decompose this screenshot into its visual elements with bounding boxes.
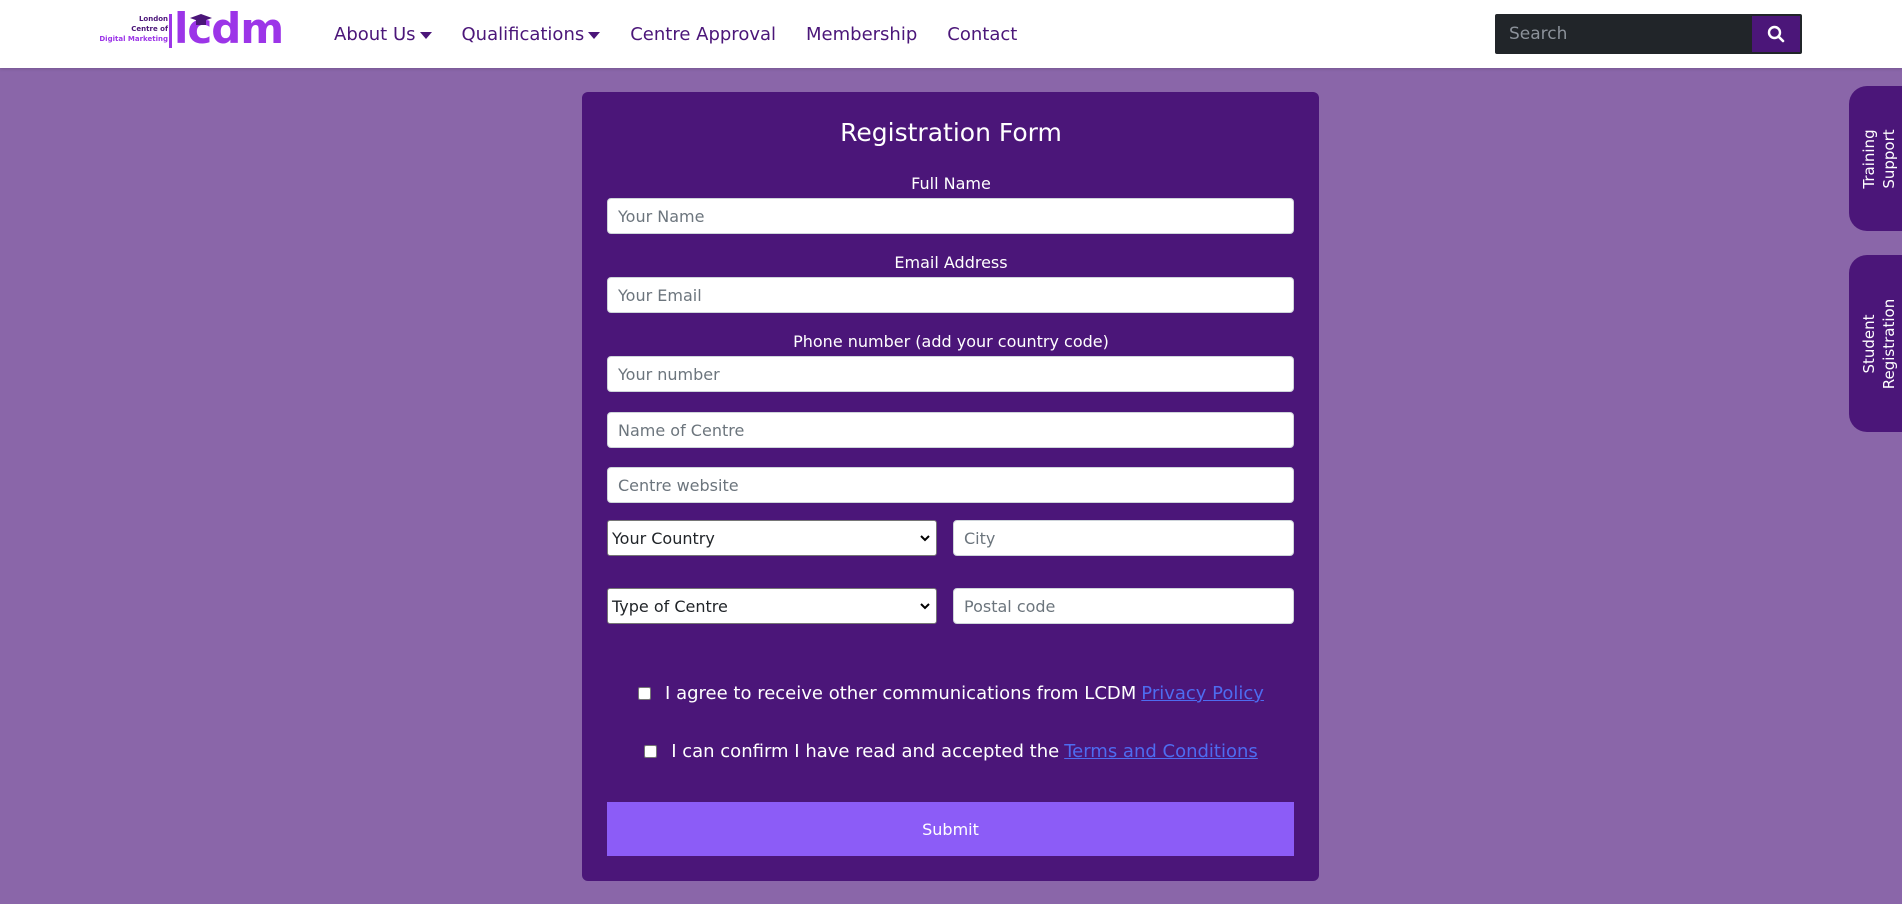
postal-code-input[interactable]	[953, 588, 1294, 624]
training-support-label: Training Support	[1860, 128, 1898, 189]
consent-terms-checkbox[interactable]	[644, 745, 658, 758]
terms-and-conditions-link[interactable]: Terms and Conditions	[1064, 741, 1258, 762]
email-label: Email Address	[894, 253, 1008, 272]
centre-website-input[interactable]	[607, 467, 1294, 503]
graduation-cap-icon	[190, 14, 212, 25]
consent-terms-text: I can confirm I have read and accepted t…	[671, 741, 1060, 762]
site-header: London Centre of Digital Marketing lcdm …	[0, 0, 1902, 68]
consent-communications-text: I agree to receive other communications …	[665, 683, 1137, 704]
full-name-input[interactable]	[607, 198, 1294, 234]
search-button[interactable]	[1752, 16, 1800, 52]
nav-qualifications-label: Qualifications	[461, 23, 585, 45]
caret-down-icon	[588, 31, 601, 39]
country-select-value: Your Country	[612, 528, 715, 548]
email-input[interactable]	[607, 277, 1294, 313]
logo-subtitle: London Centre of Digital Marketing	[99, 15, 168, 43]
nav-qualifications[interactable]: Qualifications	[462, 24, 601, 45]
main-nav: About Us Qualifications Centre Approval …	[334, 0, 1047, 68]
caret-down-icon	[419, 31, 432, 39]
nav-centre-approval[interactable]: Centre Approval	[630, 24, 776, 45]
lcdm-logo[interactable]: London Centre of Digital Marketing lcdm	[98, 4, 284, 53]
privacy-policy-link[interactable]: Privacy Policy	[1141, 683, 1264, 704]
nav-membership[interactable]: Membership	[806, 24, 917, 45]
nav-about-us-label: About Us	[334, 23, 416, 45]
phone-label: Phone number (add your country code)	[793, 332, 1109, 351]
submit-button[interactable]: Submit	[607, 802, 1294, 856]
chevron-down-icon	[920, 603, 930, 610]
logo-divider	[169, 14, 172, 48]
search-box	[1495, 14, 1802, 54]
centre-name-input[interactable]	[607, 412, 1294, 448]
phone-input[interactable]	[607, 356, 1294, 392]
nav-about-us[interactable]: About Us	[334, 24, 432, 45]
consent-communications-checkbox[interactable]	[638, 687, 652, 700]
search-input[interactable]	[1495, 14, 1752, 54]
chevron-down-icon	[920, 535, 930, 542]
student-registration-label: Student Registration	[1860, 298, 1898, 389]
consent-communications-row: I agree to receive other communications …	[0, 683, 1902, 704]
training-support-tab[interactable]: Training Support	[1849, 86, 1902, 231]
consent-terms-row: I can confirm I have read and accepted t…	[0, 741, 1902, 762]
student-registration-tab[interactable]: Student Registration	[1849, 255, 1902, 432]
nav-contact-label: Contact	[947, 23, 1018, 45]
full-name-label: Full Name	[911, 174, 991, 193]
city-input[interactable]	[953, 520, 1294, 556]
nav-centre-approval-label: Centre Approval	[630, 23, 777, 45]
nav-contact[interactable]: Contact	[947, 24, 1017, 45]
search-icon	[1767, 25, 1785, 43]
centre-type-select[interactable]: Type of Centre	[607, 588, 937, 624]
form-title: Registration Form	[840, 118, 1062, 147]
centre-type-select-value: Type of Centre	[612, 596, 728, 616]
logo-wordmark: lcdm	[174, 4, 284, 53]
nav-membership-label: Membership	[806, 23, 918, 45]
country-select[interactable]: Your Country	[607, 520, 937, 556]
